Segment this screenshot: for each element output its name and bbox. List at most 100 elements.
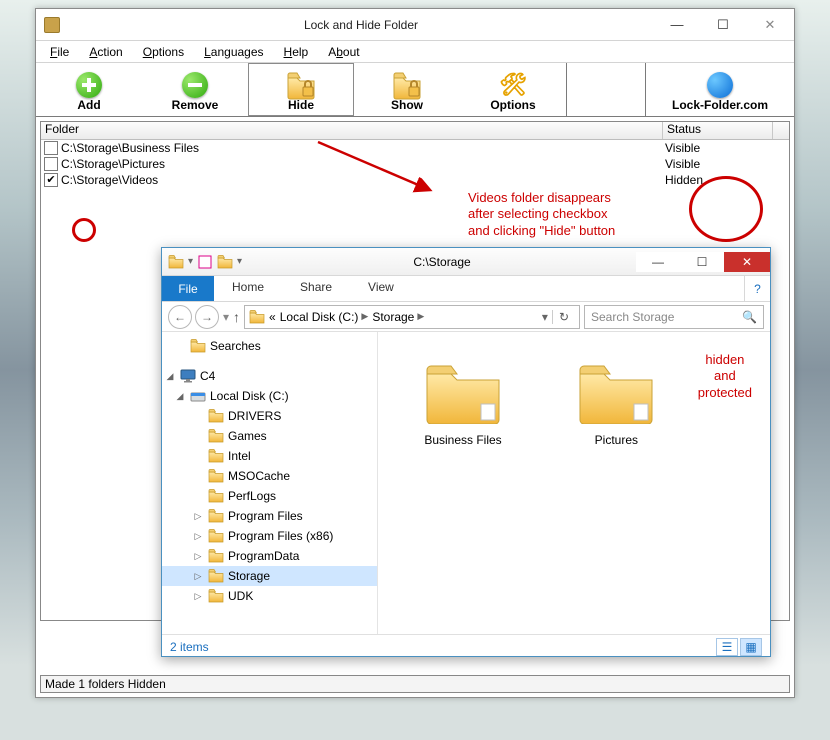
- addr-dropdown-icon[interactable]: ▾: [542, 310, 548, 324]
- maximize-button[interactable]: ☐: [701, 14, 745, 36]
- nav-forward-button[interactable]: →: [195, 305, 219, 329]
- ribbon-file[interactable]: File: [162, 276, 214, 301]
- tree-item[interactable]: ▷ UDK: [162, 586, 377, 606]
- nav-back-button[interactable]: ←: [168, 305, 192, 329]
- menu-about[interactable]: About: [318, 43, 369, 61]
- tree-item[interactable]: ▷ Storage: [162, 566, 377, 586]
- folder-icon: [168, 254, 184, 270]
- row-checkbox[interactable]: [44, 173, 58, 187]
- tree-item[interactable]: ◢C4: [162, 366, 377, 386]
- folder-lock-icon: [286, 70, 316, 100]
- folder-icon: [208, 548, 224, 564]
- ribbon-home[interactable]: Home: [214, 276, 282, 301]
- minimize-button[interactable]: —: [655, 14, 699, 36]
- status-text: Made 1 folders Hidden: [45, 677, 166, 691]
- content-folder[interactable]: Pictures: [561, 360, 671, 447]
- tools-icon: 🛠: [498, 70, 528, 100]
- nav-tree[interactable]: Searches ◢C4 ◢Local Disk (C:) DRIVERS Ga…: [162, 332, 378, 634]
- search-folder-icon: [190, 338, 206, 354]
- window-title: Lock and Hide Folder: [68, 18, 654, 32]
- tree-item[interactable]: ▷ Program Files: [162, 506, 377, 526]
- search-icon: 🔍: [742, 310, 757, 324]
- lhf-titlebar[interactable]: Lock and Hide Folder — ☐ ✕: [36, 9, 794, 41]
- globe-icon: [705, 70, 735, 100]
- search-input[interactable]: Search Storage 🔍: [584, 305, 764, 329]
- nav-recent-icon[interactable]: ▾: [223, 310, 229, 324]
- toolbar: Add Remove Hide Show 🛠 Options Lock-Fold…: [36, 63, 794, 117]
- qat-chevron-icon[interactable]: ▾: [237, 256, 242, 267]
- properties-icon[interactable]: [197, 254, 213, 270]
- tree-item[interactable]: DRIVERS: [162, 406, 377, 426]
- qat-sep-icon: ▾: [188, 256, 193, 267]
- folder-icon: [208, 428, 224, 444]
- hide-button[interactable]: Hide: [248, 63, 354, 116]
- folder-icon: [249, 309, 265, 325]
- exp-titlebar[interactable]: ▾ ▾ C:\Storage — ☐ ✕: [162, 248, 770, 276]
- menu-languages[interactable]: Languages: [194, 43, 273, 61]
- folder-icon: [576, 360, 656, 424]
- breadcrumb-seg[interactable]: Storage: [372, 310, 414, 324]
- view-icons-button[interactable]: ▦: [740, 638, 762, 656]
- tree-item[interactable]: ▷ Program Files (x86): [162, 526, 377, 546]
- tree-item[interactable]: ▷ ProgramData: [162, 546, 377, 566]
- folder-unlock-icon: [392, 70, 422, 100]
- ribbon-view[interactable]: View: [350, 276, 412, 301]
- menubar: File Action Options Languages Help About: [36, 41, 794, 63]
- row-checkbox[interactable]: [44, 157, 58, 171]
- folder-icon: [208, 528, 224, 544]
- options-button[interactable]: 🛠 Options: [460, 63, 566, 116]
- close-button[interactable]: ✕: [747, 14, 793, 36]
- annotation-ellipse: [689, 176, 763, 242]
- app-icon: [44, 17, 60, 33]
- address-row: ← → ▾ ↑ « Local Disk (C:)▶ Storage▶ ▾ ↻ …: [162, 302, 770, 332]
- tree-item[interactable]: Games: [162, 426, 377, 446]
- exp-title: C:\Storage: [248, 255, 636, 269]
- annotation-text: Videos folder disappears after selecting…: [468, 190, 615, 239]
- exp-maximize-button[interactable]: ☐: [680, 252, 724, 272]
- ribbon-share[interactable]: Share: [282, 276, 350, 301]
- minus-icon: [180, 70, 210, 100]
- chevron-right-icon[interactable]: ▶: [361, 311, 368, 322]
- breadcrumb-seg[interactable]: Local Disk (C:): [280, 310, 359, 324]
- menu-options[interactable]: Options: [133, 43, 194, 61]
- folder-icon: [208, 588, 224, 604]
- exp-minimize-button[interactable]: —: [636, 252, 680, 272]
- new-folder-icon[interactable]: [217, 254, 233, 270]
- ribbon-help-icon[interactable]: ?: [744, 276, 770, 301]
- folder-icon: [208, 468, 224, 484]
- annotation-arrow: [310, 134, 440, 198]
- status-bar: Made 1 folders Hidden: [40, 675, 790, 693]
- folder-icon: [208, 568, 224, 584]
- show-button[interactable]: Show: [354, 63, 460, 116]
- content-folder[interactable]: Business Files: [408, 360, 518, 447]
- exp-close-button[interactable]: ✕: [724, 252, 770, 272]
- item-count: 2 items: [170, 640, 209, 654]
- website-button[interactable]: Lock-Folder.com: [646, 63, 794, 116]
- remove-button[interactable]: Remove: [142, 63, 248, 116]
- folder-icon: [208, 508, 224, 524]
- ribbon: File Home Share View ?: [162, 276, 770, 302]
- menu-help[interactable]: Help: [274, 43, 319, 61]
- annotation-circle: [72, 218, 96, 242]
- tree-item[interactable]: Intel: [162, 446, 377, 466]
- nav-up-button[interactable]: ↑: [233, 309, 240, 325]
- exp-statusbar: 2 items ☰ ▦: [162, 634, 770, 658]
- menu-action[interactable]: Action: [79, 43, 132, 61]
- view-details-button[interactable]: ☰: [716, 638, 738, 656]
- folder-icon: [208, 448, 224, 464]
- content-pane[interactable]: Business Files Pictures hidden and prote…: [378, 332, 770, 634]
- tree-item[interactable]: ◢Local Disk (C:): [162, 386, 377, 406]
- address-bar[interactable]: « Local Disk (C:)▶ Storage▶ ▾ ↻: [244, 305, 580, 329]
- folder-icon: [208, 488, 224, 504]
- tree-item[interactable]: MSOCache: [162, 466, 377, 486]
- tree-item[interactable]: Searches: [162, 336, 377, 356]
- menu-file[interactable]: File: [40, 43, 79, 61]
- add-button[interactable]: Add: [36, 63, 142, 116]
- chevron-right-icon[interactable]: ▶: [417, 311, 424, 322]
- row-checkbox[interactable]: [44, 141, 58, 155]
- refresh-button[interactable]: ↻: [552, 310, 575, 324]
- col-status[interactable]: Status: [663, 122, 773, 139]
- tree-item[interactable]: PerfLogs: [162, 486, 377, 506]
- drive-icon: [190, 388, 206, 404]
- plus-icon: [74, 70, 104, 100]
